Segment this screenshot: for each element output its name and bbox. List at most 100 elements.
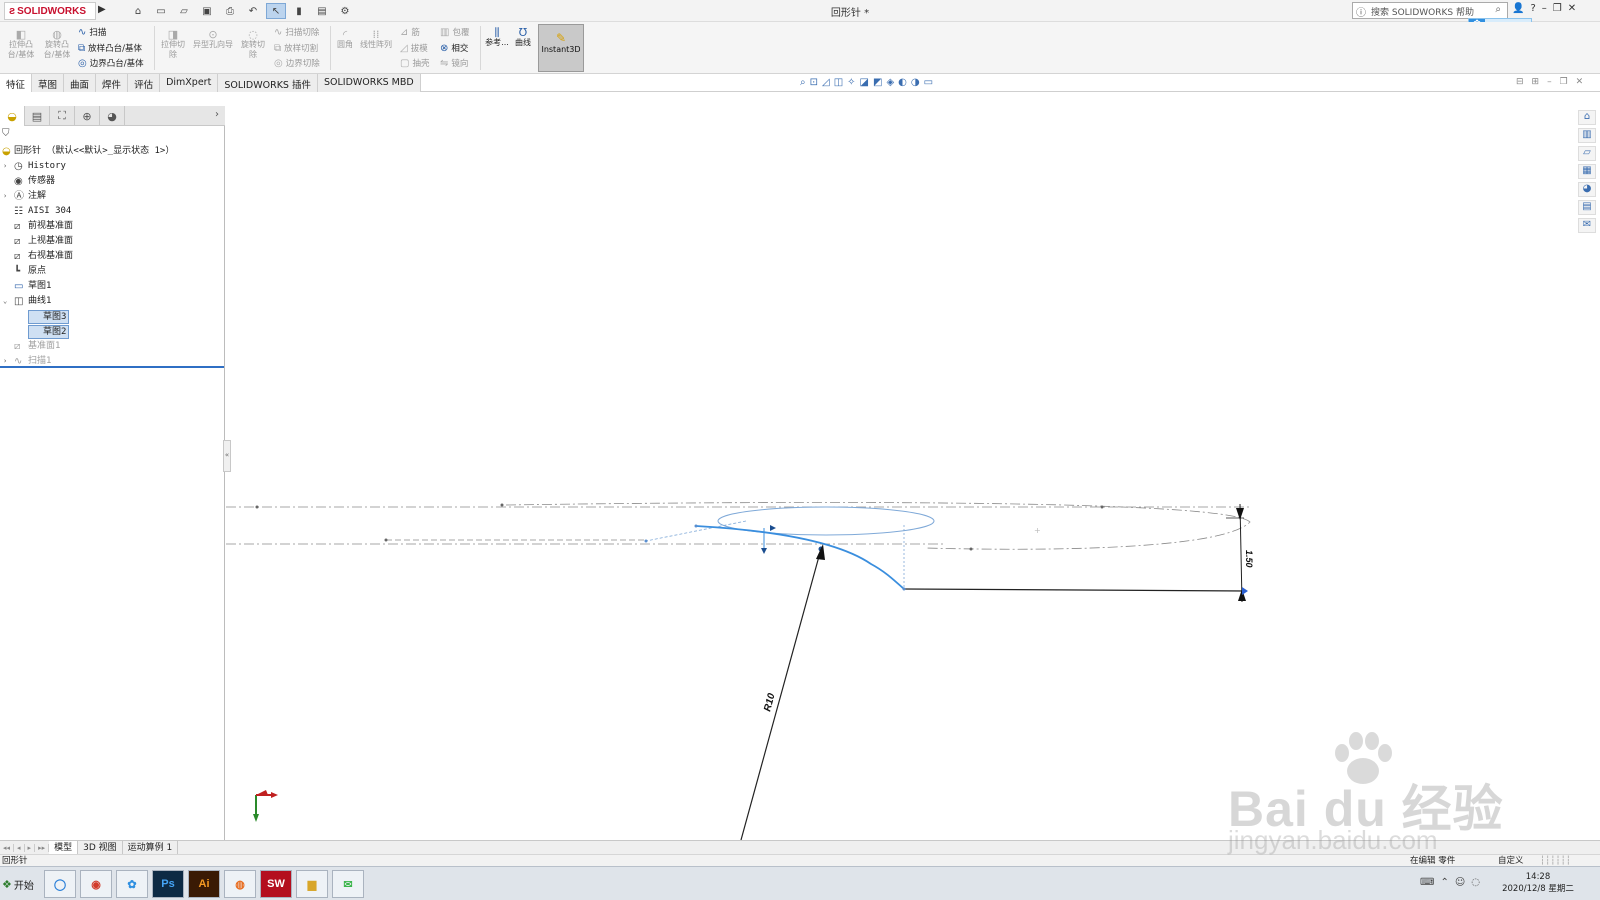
- reference-geometry-button[interactable]: ⫼ 参考...: [484, 27, 510, 48]
- radius-dimension-line[interactable]: [740, 548, 822, 841]
- file-explorer-icon[interactable]: ▱: [1578, 146, 1596, 161]
- firefox-app-icon[interactable]: ◍: [224, 870, 256, 898]
- tray-chevron-icon[interactable]: ⌃: [1440, 877, 1448, 888]
- first-tab-icon[interactable]: ◂◂: [0, 843, 15, 852]
- display-manager-icon[interactable]: ◕: [100, 106, 125, 126]
- tree-item-plane1[interactable]: ⧄ 基准面1: [0, 339, 225, 354]
- sweep-path-curve[interactable]: [695, 525, 905, 590]
- tab-evaluate[interactable]: 评估: [128, 74, 161, 92]
- tree-item-front-plane[interactable]: ⧄ 前视基准面: [0, 219, 225, 234]
- start-button[interactable]: ❖ 开始: [2, 872, 36, 896]
- hole-wizard-button[interactable]: ⊙ 异型孔向导: [190, 29, 236, 50]
- next-tab-icon[interactable]: ▸: [25, 843, 36, 852]
- close-icon[interactable]: ✕: [1568, 3, 1576, 14]
- help-search-input[interactable]: ⓘ 搜索 SOLIDWORKS 帮助 ⌕: [1352, 2, 1508, 19]
- zoom-area-icon[interactable]: ⊡: [810, 77, 818, 88]
- tab-model[interactable]: 模型: [49, 840, 79, 855]
- close-doc-icon[interactable]: ✕: [1576, 77, 1584, 87]
- property-manager-icon[interactable]: ▤: [25, 106, 50, 126]
- tab-dimxpert[interactable]: DimXpert: [160, 74, 219, 92]
- solidworks-logo[interactable]: ƨ SOLIDWORKS: [4, 2, 96, 20]
- edit-appearance-icon[interactable]: ◐: [898, 77, 907, 88]
- rib-button[interactable]: ⊿ 筋: [400, 26, 420, 39]
- shell-button[interactable]: ▢ 抽壳: [400, 57, 429, 70]
- revolve-cut-button[interactable]: ◌ 旋转切除: [238, 29, 268, 60]
- tree-item-origin[interactable]: ┗ 原点: [0, 264, 225, 279]
- boundary-boss-button[interactable]: ◎ 边界凸台/基体: [78, 57, 144, 70]
- section-view-icon[interactable]: ◫: [834, 77, 843, 88]
- taskbar-clock[interactable]: 14:28 2020/12/8 星期二: [1500, 871, 1576, 895]
- expand-arrow-icon[interactable]: ›: [3, 354, 7, 369]
- tree-root[interactable]: ◒ 回形针 （默认<<默认>_显示状态 1>）: [0, 144, 225, 159]
- user-icon[interactable]: 👤: [1512, 3, 1524, 14]
- sweep-button[interactable]: ∿ 扫描: [78, 26, 106, 39]
- chrome-app-icon[interactable]: ◉: [80, 870, 112, 898]
- tab-features[interactable]: 特征: [0, 74, 33, 92]
- view-palette-icon[interactable]: ▦: [1578, 164, 1596, 179]
- forum-icon[interactable]: ✉: [1578, 218, 1596, 233]
- expand-arrow-icon[interactable]: ›: [3, 159, 7, 174]
- zoom-to-fit-icon[interactable]: ⌕: [800, 77, 806, 88]
- tree-item-sensors[interactable]: ◉ 传感器: [0, 174, 225, 189]
- wrap-button[interactable]: ▥ 包覆: [440, 26, 469, 39]
- previous-view-icon[interactable]: ◿: [822, 77, 830, 88]
- illustrator-app-icon[interactable]: Ai: [188, 870, 220, 898]
- help-icon[interactable]: ?: [1530, 3, 1535, 14]
- browser-app-icon[interactable]: ◯: [44, 870, 76, 898]
- file-properties-icon[interactable]: ▤: [312, 3, 332, 19]
- tree-item-top-plane[interactable]: ⧄ 上视基准面: [0, 234, 225, 249]
- feature-manager-icon[interactable]: ◒: [0, 106, 25, 126]
- boundary-cut-button[interactable]: ◎ 边界切除: [274, 57, 320, 70]
- intersect-button[interactable]: ⊗ 相交: [440, 42, 468, 55]
- mirror-button[interactable]: ⇋ 镜向: [440, 57, 468, 70]
- search-icon[interactable]: ⌕: [1495, 4, 1501, 15]
- tab-weldments[interactable]: 焊件: [96, 74, 129, 92]
- configuration-manager-icon[interactable]: ⛶: [50, 106, 75, 126]
- tile-icon[interactable]: ⊟: [1516, 77, 1524, 87]
- revolve-boss-button[interactable]: ◍ 旋转凸台/基体: [40, 29, 74, 60]
- custom-properties-icon[interactable]: ▤: [1578, 200, 1596, 215]
- hide-show-icon[interactable]: ◈: [886, 77, 894, 88]
- tree-item-right-plane[interactable]: ⧄ 右视基准面: [0, 249, 225, 264]
- print-icon[interactable]: ⎙: [220, 3, 240, 19]
- tab-sketch[interactable]: 草图: [32, 74, 65, 92]
- minimize-icon[interactable]: –: [1542, 3, 1547, 14]
- radius-dimension-text[interactable]: R10: [762, 692, 777, 713]
- sketch-line[interactable]: [903, 588, 1247, 592]
- tab-addins[interactable]: SOLIDWORKS 插件: [218, 74, 318, 92]
- graphics-area[interactable]: R10 1.50 +: [226, 92, 1572, 841]
- file-explorer-app-icon[interactable]: ▆: [296, 870, 328, 898]
- rebuild-icon[interactable]: ▮: [289, 3, 309, 19]
- wechat-app-icon[interactable]: ✉: [332, 870, 364, 898]
- tree-item-annotations[interactable]: › Ⓐ 注解: [0, 189, 225, 204]
- restore-icon[interactable]: ❐: [1553, 3, 1562, 14]
- loft-boss-button[interactable]: ⧉ 放样凸台/基体: [78, 42, 142, 55]
- filter-icon[interactable]: ⛉: [2, 128, 10, 139]
- fillet-button[interactable]: ◜ 圆角: [334, 29, 356, 50]
- solidworks-app-icon[interactable]: SW: [260, 870, 292, 898]
- tree-item-sketch2[interactable]: ▭ 草图2: [0, 324, 225, 339]
- tab-surfaces[interactable]: 曲面: [64, 74, 97, 92]
- network-icon[interactable]: ◌: [1471, 877, 1480, 888]
- undo-icon[interactable]: ↶: [243, 3, 263, 19]
- curves-button[interactable]: Ʊ 曲线: [512, 27, 534, 48]
- appearances-icon[interactable]: ◕: [1578, 182, 1596, 197]
- lofted-cut-button[interactable]: ⧉ 放样切割: [274, 42, 318, 55]
- tab-motion-study[interactable]: 运动算例 1: [123, 840, 179, 855]
- home-icon[interactable]: ⌂: [1578, 110, 1596, 125]
- expand-arrow-icon[interactable]: ›: [3, 189, 7, 204]
- draft-button[interactable]: ◿ 拔模: [400, 42, 428, 55]
- last-tab-icon[interactable]: ▸▸: [35, 843, 50, 852]
- open-file-icon[interactable]: ▱: [174, 3, 194, 19]
- maximize-doc-icon[interactable]: ❐: [1560, 77, 1568, 87]
- linear-pattern-button[interactable]: ⁞⁞ 线性阵列: [358, 29, 394, 50]
- view-orientation-icon[interactable]: ◪: [860, 77, 869, 88]
- tree-item-history[interactable]: › ◷ History: [0, 159, 225, 174]
- design-library-icon[interactable]: ▥: [1578, 128, 1596, 143]
- select-icon[interactable]: ↖: [266, 3, 286, 19]
- tree-item-sketch1[interactable]: ▭ 草图1: [0, 279, 225, 294]
- tab-mbd[interactable]: SOLIDWORKS MBD: [317, 74, 421, 92]
- tab-3d-views[interactable]: 3D 视图: [78, 840, 123, 855]
- save-icon[interactable]: ▣: [197, 3, 217, 19]
- swept-cut-button[interactable]: ∿ 扫描切除: [274, 26, 319, 39]
